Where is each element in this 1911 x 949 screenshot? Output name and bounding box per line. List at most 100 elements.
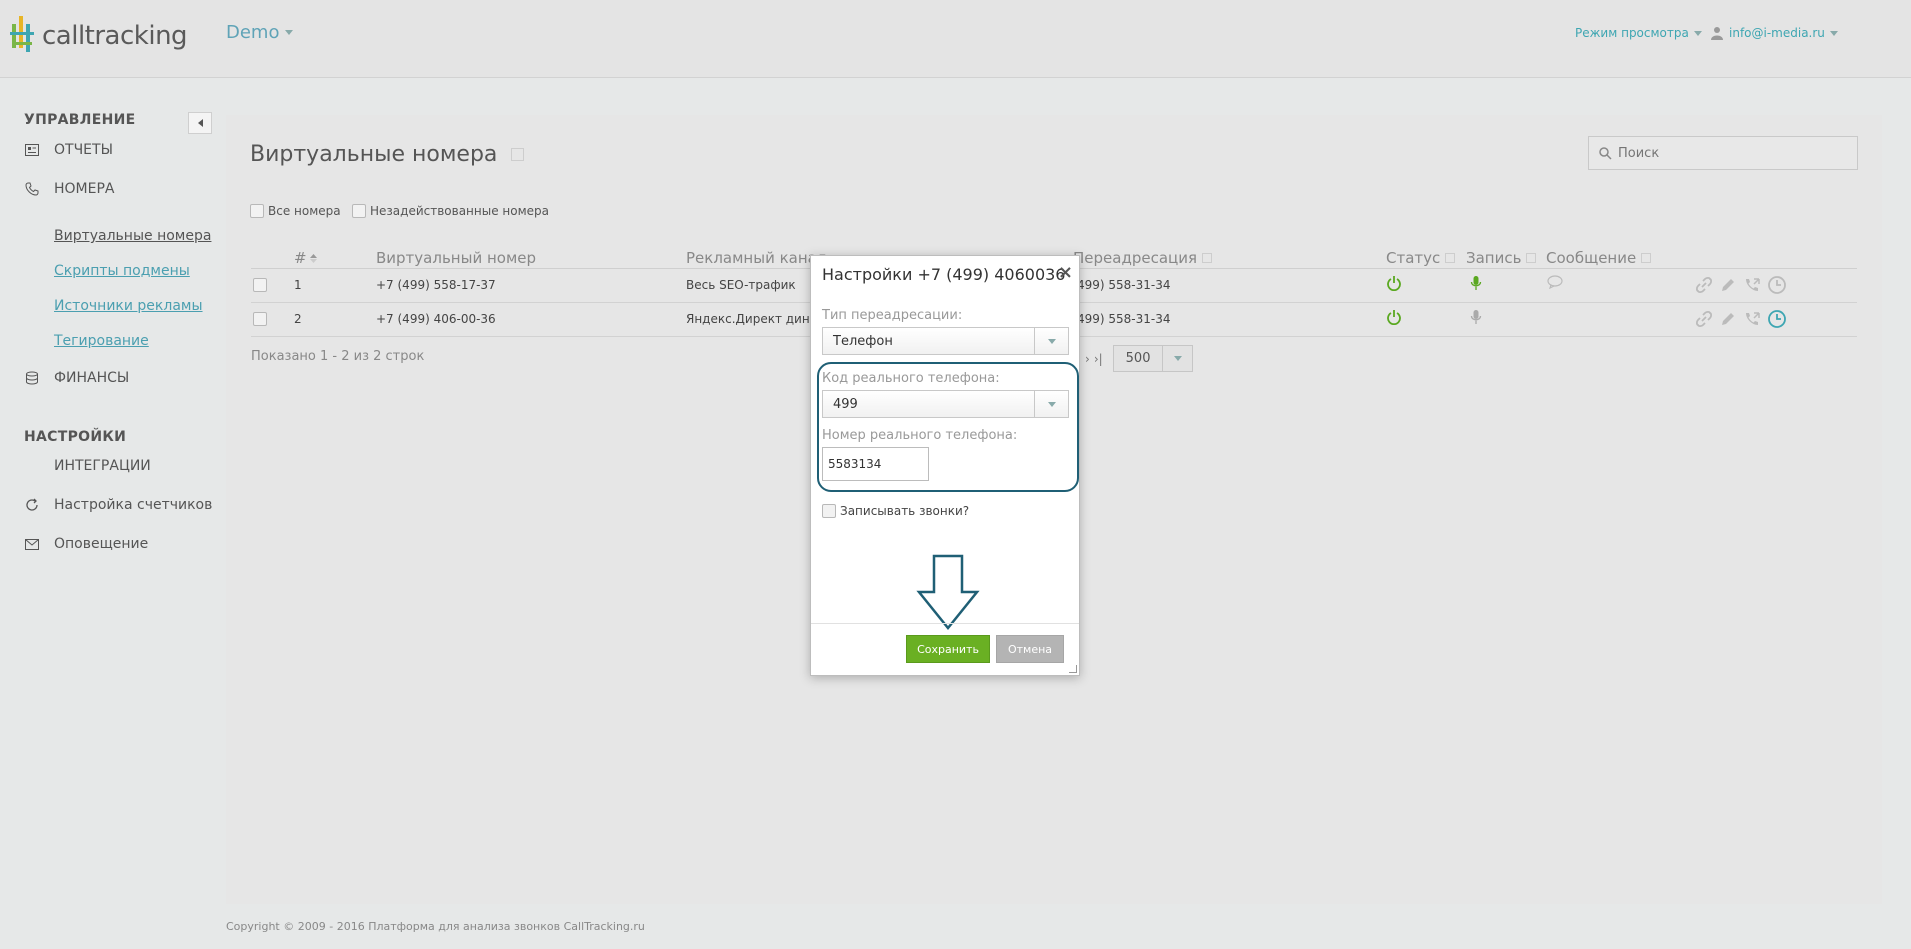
chevron-down-icon	[1034, 328, 1068, 354]
link-icon[interactable]	[1695, 276, 1713, 294]
redirect-type-label: Тип переадресации:	[822, 308, 963, 323]
sidebar-item-integrations[interactable]: ИНТЕГРАЦИИ	[54, 458, 151, 474]
column-header-status[interactable]: Статус	[1386, 249, 1456, 267]
sidebar-section-settings: НАСТРОЙКИ	[24, 429, 127, 445]
phone-number-input[interactable]	[822, 447, 929, 481]
help-icon	[1641, 253, 1652, 263]
sidebar-item-counters[interactable]: Настройка счетчиков	[24, 497, 212, 513]
logo[interactable]: calltracking	[10, 16, 188, 56]
help-icon	[1202, 253, 1212, 263]
row-num: 1	[294, 278, 302, 292]
save-button[interactable]: Сохранить	[906, 635, 990, 663]
phone-icon	[24, 181, 40, 197]
project-dropdown[interactable]: Demo	[226, 22, 294, 43]
close-icon[interactable]: ×	[1058, 262, 1073, 283]
column-header-record[interactable]: Запись	[1466, 249, 1537, 267]
chevron-down-icon	[285, 30, 294, 35]
sidebar-subitem-ad-sources[interactable]: Источники рекламы	[54, 298, 203, 314]
column-header-num[interactable]: #	[294, 249, 317, 267]
row-virtual-number: +7 (499) 406-00-36	[376, 312, 496, 326]
sidebar-collapse-button[interactable]	[188, 112, 212, 134]
phone-code-label: Код реального телефона:	[822, 371, 1000, 386]
row-actions	[1695, 275, 1787, 295]
edit-icon[interactable]	[1719, 276, 1737, 294]
user-email: info@i-media.ru	[1729, 26, 1825, 40]
user-icon	[1711, 27, 1723, 40]
filter-all-checkbox[interactable]	[250, 204, 264, 218]
record-calls-option[interactable]: Записывать звонки?	[822, 504, 969, 518]
footer-copyright: Copyright © 2009 - 2016 Платформа для ан…	[226, 920, 645, 933]
view-mode-dropdown[interactable]: Режим просмотра	[1575, 26, 1702, 40]
column-header-channel[interactable]: Рекламный канал	[686, 249, 826, 267]
refresh-icon	[24, 497, 40, 513]
user-menu[interactable]: info@i-media.ru	[1710, 26, 1838, 40]
link-icon[interactable]	[1695, 310, 1713, 328]
chevron-down-icon	[1693, 30, 1702, 36]
call-forward-icon[interactable]	[1743, 276, 1761, 294]
clock-active-icon[interactable]	[1767, 309, 1787, 329]
dialog-title: Настройки +7 (499) 4060036	[822, 265, 1066, 284]
redirect-settings-dialog: Настройки +7 (499) 4060036 × Тип переадр…	[810, 255, 1080, 676]
next-page-icon[interactable]: ›	[1085, 352, 1090, 366]
chevron-down-icon	[1034, 391, 1068, 417]
last-page-icon[interactable]: ›|	[1094, 352, 1103, 366]
call-forward-icon[interactable]	[1743, 310, 1761, 328]
filter-unused-numbers[interactable]: Незадействованные номера	[352, 204, 549, 218]
microphone-off-icon[interactable]	[1470, 309, 1482, 325]
pagination: › ›| 500	[1085, 345, 1194, 372]
search-box[interactable]	[1588, 136, 1858, 170]
phone-code-select[interactable]: 499	[822, 390, 1069, 418]
message-icon[interactable]	[1547, 275, 1563, 289]
power-on-icon[interactable]	[1386, 309, 1402, 325]
sidebar-item-numbers[interactable]: НОМЕРА	[24, 181, 115, 197]
column-header-virtual[interactable]: Виртуальный номер	[376, 249, 536, 267]
column-header-label: Запись	[1466, 249, 1522, 267]
row-checkbox[interactable]	[253, 278, 267, 292]
filter-all-label: Все номера	[268, 204, 341, 218]
column-header-label: Статус	[1386, 249, 1441, 267]
chevron-down-icon	[1829, 30, 1838, 36]
logo-text: calltracking	[42, 21, 188, 51]
power-on-icon[interactable]	[1386, 275, 1402, 291]
column-header-label: Виртуальный номер	[376, 249, 537, 267]
column-header-message[interactable]: Сообщение	[1546, 249, 1652, 267]
filter-unused-checkbox[interactable]	[352, 204, 366, 218]
sidebar-item-label: ОТЧЕТЫ	[54, 142, 113, 158]
sidebar-item-notify[interactable]: Оповещение	[24, 536, 148, 552]
per-page-select[interactable]: 500	[1112, 345, 1194, 372]
filter-unused-label: Незадействованные номера	[370, 204, 550, 218]
column-header-label: Рекламный канал	[686, 249, 827, 267]
row-virtual-number: +7 (499) 558-17-37	[376, 278, 496, 292]
row-redirect: 499) 558-31-34	[1077, 278, 1171, 292]
column-header-redirect[interactable]: Переадресация	[1073, 249, 1212, 267]
sidebar-subitem-scripts[interactable]: Скрипты подмены	[54, 263, 190, 279]
chevron-down-icon	[1162, 346, 1192, 371]
sidebar-item-finance[interactable]: ФИНАНСЫ	[24, 370, 129, 386]
sidebar-section-manage: УПРАВЛЕНИЕ	[24, 112, 136, 128]
edit-icon[interactable]	[1719, 310, 1737, 328]
sidebar-item-label: ФИНАНСЫ	[54, 370, 130, 386]
cancel-button[interactable]: Отмена	[996, 635, 1064, 663]
sidebar-item-label: Оповещение	[54, 536, 149, 552]
record-calls-checkbox[interactable]	[822, 504, 836, 518]
arrow-down-icon	[916, 554, 980, 630]
per-page-value: 500	[1125, 351, 1151, 366]
search-input[interactable]	[1618, 145, 1838, 161]
sidebar-subitem-tagging[interactable]: Тегирование	[54, 333, 149, 349]
redirect-type-select[interactable]: Телефон	[822, 327, 1069, 355]
microphone-on-icon[interactable]	[1470, 275, 1482, 291]
row-actions	[1695, 309, 1787, 329]
sidebar-item-reports[interactable]: ОТЧЕТЫ	[24, 142, 113, 158]
resize-handle[interactable]	[1069, 665, 1077, 673]
help-icon[interactable]	[511, 148, 525, 161]
clock-icon[interactable]	[1767, 275, 1787, 295]
row-checkbox[interactable]	[253, 312, 267, 326]
filter-all-numbers[interactable]: Все номера	[250, 204, 341, 218]
sort-icon	[309, 253, 317, 263]
page-title-text: Виртуальные номера	[250, 142, 498, 167]
record-calls-label: Записывать звонки?	[840, 504, 970, 518]
sidebar-subitem-virtual-numbers[interactable]: Виртуальные номера	[54, 228, 211, 244]
column-header-label: Переадресация	[1073, 249, 1197, 267]
sidebar-item-label: Настройка счетчиков	[54, 497, 213, 513]
help-icon	[1526, 253, 1537, 263]
